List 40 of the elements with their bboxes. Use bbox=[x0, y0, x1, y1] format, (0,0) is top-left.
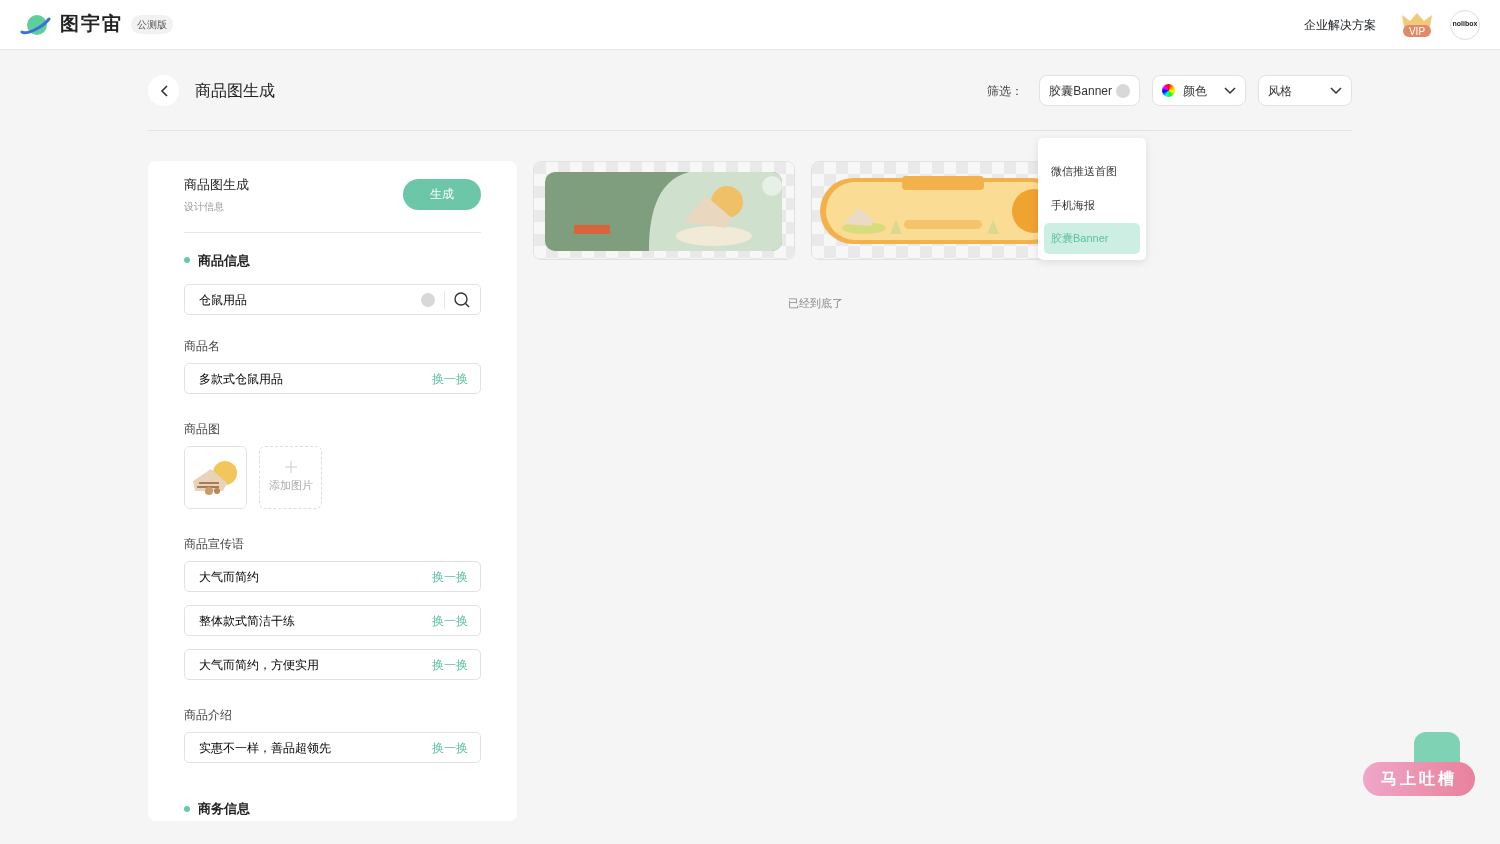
back-button[interactable] bbox=[148, 75, 179, 106]
plus-icon bbox=[284, 461, 297, 474]
field-label: 商品介绍 bbox=[184, 707, 233, 724]
color-filter[interactable]: 颜色 bbox=[1152, 75, 1246, 106]
text-field[interactable]: 大气而简约 换一换 bbox=[184, 561, 481, 592]
input-field[interactable]: 大气而简约 bbox=[197, 566, 432, 587]
chevron-down-icon bbox=[1330, 86, 1342, 95]
text-field[interactable]: 整体款式简洁干练 换一换 bbox=[184, 605, 481, 636]
search-icon[interactable] bbox=[454, 291, 470, 308]
text-field[interactable]: 大气而简约，方便实用 换一换 bbox=[184, 649, 481, 680]
panel-subtitle: 设计信息 bbox=[184, 199, 225, 214]
chevron-down-icon bbox=[1224, 86, 1236, 95]
input-field[interactable]: 多款式仓鼠用品 bbox=[197, 368, 432, 389]
section-dot bbox=[184, 805, 190, 812]
section-dot bbox=[184, 257, 190, 264]
dropdown-item[interactable]: 手机海报 bbox=[1044, 189, 1140, 220]
input-field[interactable]: 大气而简约，方便实用 bbox=[197, 654, 432, 675]
text-field[interactable]: 实惠不一样，善品超领先 换一换 bbox=[184, 732, 481, 763]
section-title: 商务信息 bbox=[198, 800, 250, 818]
logo-text: 图宇宙 bbox=[60, 12, 123, 37]
panel-title: 商品图生成 bbox=[184, 176, 249, 194]
planet-logo-icon bbox=[20, 12, 52, 37]
beta-badge: 公测版 bbox=[131, 15, 173, 34]
input-field[interactable]: 实惠不一样，善品超领先 bbox=[197, 737, 432, 758]
page-title: 商品图生成 bbox=[195, 80, 275, 101]
enterprise-link[interactable]: 企业解决方案 bbox=[1304, 15, 1376, 34]
dropdown-item[interactable]: 微信推送首图 bbox=[1044, 156, 1140, 187]
color-wheel-icon bbox=[1162, 84, 1175, 97]
field-label: 商品图 bbox=[184, 421, 221, 438]
field-label: 商品名 bbox=[184, 338, 221, 355]
search-box[interactable]: 仓鼠用品 bbox=[184, 284, 481, 315]
filter-tag[interactable]: 胶囊Banner bbox=[1039, 75, 1140, 106]
field-label: 商品宣传语 bbox=[184, 536, 245, 553]
search-field[interactable]: 仓鼠用品 bbox=[197, 289, 421, 310]
filter-label: 筛选： bbox=[987, 82, 1024, 100]
input-field[interactable]: 整体款式简洁干练 bbox=[197, 610, 432, 631]
end-of-list-text: 已经到底了 bbox=[787, 297, 843, 309]
style-filter[interactable]: 风格 bbox=[1258, 75, 1352, 106]
text-field[interactable]: 多款式仓鼠用品 换一换 bbox=[184, 363, 481, 394]
section-title: 商品信息 bbox=[198, 251, 250, 270]
